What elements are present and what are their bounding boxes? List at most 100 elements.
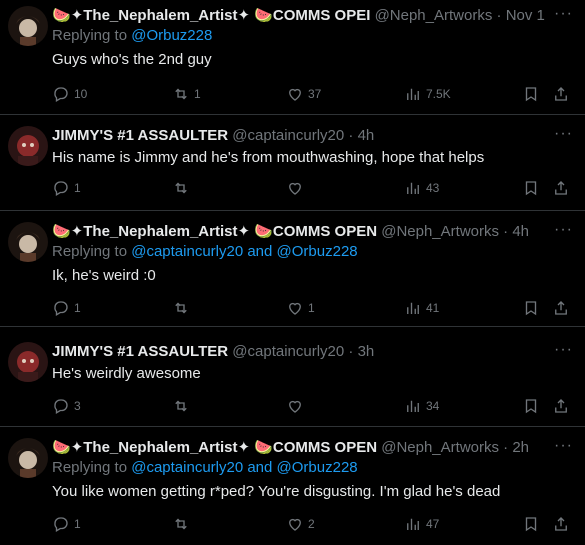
views-button[interactable]: 47 [404,514,439,534]
avatar[interactable] [8,222,48,262]
retweet-button[interactable] [172,396,194,416]
like-button[interactable]: 37 [286,84,321,104]
avatar[interactable] [8,342,48,382]
bookmark-button[interactable] [522,178,540,198]
replying-to-users[interactable]: @captaincurly20 and @Orbuz228 [131,243,357,260]
retweet-button[interactable] [172,514,194,534]
bookmark-icon [525,87,537,102]
reply-button[interactable]: 3 [52,396,81,416]
tweet-header: JIMMY'S #1 ASSAULTER @captaincurly20 · 3… [52,342,545,362]
share-button[interactable] [552,298,570,318]
reply-button[interactable]: 1 [52,298,81,318]
tweet-header: JIMMY'S #1 ASSAULTER @captaincurly20 · 4… [52,126,545,146]
views-button[interactable]: 7.5K [404,84,451,104]
display-name[interactable]: JIMMY'S #1 ASSAULTER [52,343,228,360]
views-button[interactable]: 41 [404,298,439,318]
like-count: 2 [308,517,315,531]
user-handle[interactable]: @Neph_Artworks [375,7,493,24]
avatar[interactable] [8,126,48,166]
views-icon [407,302,419,314]
action-bar: 3 34 [52,396,572,416]
user-handle[interactable]: @captaincurly20 [232,343,344,360]
user-handle[interactable]: @captaincurly20 [232,127,344,144]
bookmark-button[interactable] [522,514,540,534]
tweet-text: Ik, he's weird :0 [52,267,156,284]
bookmark-button[interactable] [522,298,540,318]
action-bar: 1 2 47 [52,514,572,534]
display-name[interactable]: JIMMY'S #1 ASSAULTER [52,127,228,144]
replying-to-label: Replying to [52,27,132,44]
reply-icon [54,301,68,316]
replying-to-users[interactable]: @Orbuz228 [131,27,212,44]
heart-icon [289,88,301,101]
reply-icon [54,517,68,532]
views-icon [407,182,419,194]
share-button[interactable] [552,84,570,104]
display-name[interactable]: 🍉✦The_Nephalem_Artist✦ 🍉COMMS OPEI [52,7,370,24]
share-icon [555,181,567,195]
tweet[interactable]: 🍉✦The_Nephalem_Artist✦ 🍉COMMS OPEI @Neph… [0,6,585,110]
like-button[interactable] [286,396,308,416]
reply-count: 1 [74,517,81,531]
tweet[interactable]: 🍉✦The_Nephalem_Artist✦ 🍉COMMS OPEN @Neph… [0,438,585,542]
timestamp[interactable]: 2h [512,439,529,456]
bookmark-button[interactable] [522,84,540,104]
views-count: 43 [426,181,440,195]
share-button[interactable] [552,178,570,198]
display-name[interactable]: 🍉✦The_Nephalem_Artist✦ 🍉COMMS OPEN [52,223,377,240]
retweet-icon [175,518,187,530]
reply-button[interactable]: 1 [52,178,81,198]
like-count: 37 [308,87,322,101]
timestamp[interactable]: 4h [358,127,375,144]
reply-button[interactable]: 10 [52,84,87,104]
action-bar: 10 1 37 7.5K [52,84,572,104]
avatar[interactable] [8,6,48,46]
display-name[interactable]: 🍉✦The_Nephalem_Artist✦ 🍉COMMS OPEN [52,439,377,456]
bookmark-icon [525,181,537,196]
separator-dot: · [496,7,502,24]
more-icon[interactable]: ··· [554,222,573,238]
reply-count: 3 [74,399,81,413]
avatar[interactable] [8,438,48,478]
reply-count: 1 [74,301,81,315]
tweet[interactable]: JIMMY'S #1 ASSAULTER @captaincurly20 · 3… [0,342,585,418]
action-bar: 1 1 41 [52,298,572,318]
divider [0,210,585,211]
more-icon[interactable]: ··· [554,342,573,358]
reply-button[interactable]: 1 [52,514,81,534]
timestamp[interactable]: Nov 17 [506,7,545,24]
bookmark-button[interactable] [522,396,540,416]
heart-icon [289,518,301,531]
tweet[interactable]: 🍉✦The_Nephalem_Artist✦ 🍉COMMS OPEN @Neph… [0,222,585,318]
more-icon[interactable]: ··· [554,126,573,142]
tweet[interactable]: JIMMY'S #1 ASSAULTER @captaincurly20 · 4… [0,126,585,202]
views-count: 47 [426,517,440,531]
retweet-button[interactable] [172,298,194,318]
timestamp[interactable]: 3h [358,343,375,360]
views-button[interactable]: 34 [404,396,439,416]
retweet-icon [175,88,187,100]
like-button[interactable]: 2 [286,514,315,534]
retweet-button[interactable]: 1 [172,84,201,104]
replying-to-label: Replying to [52,459,132,476]
share-icon [555,517,567,531]
share-button[interactable] [552,396,570,416]
reply-icon [54,181,68,196]
user-handle[interactable]: @Neph_Artworks [381,439,499,456]
views-icon [407,400,419,412]
like-button[interactable]: 1 [286,298,315,318]
views-button[interactable]: 43 [404,178,439,198]
tweet-text: You like women getting r*ped? You're dis… [52,483,501,500]
user-handle[interactable]: @Neph_Artworks [381,223,499,240]
replying-to-users[interactable]: @captaincurly20 and @Orbuz228 [131,459,357,476]
replying-to: Replying to @captaincurly20 and @Orbuz22… [52,242,358,262]
share-button[interactable] [552,514,570,534]
more-icon[interactable]: ··· [554,438,573,454]
more-icon[interactable]: ··· [554,6,573,22]
like-count: 1 [308,301,315,315]
retweet-button[interactable] [172,178,194,198]
replying-to: Replying to @captaincurly20 and @Orbuz22… [52,458,358,478]
tweet-header: 🍉✦The_Nephalem_Artist✦ 🍉COMMS OPEN @Neph… [52,222,545,242]
timestamp[interactable]: 4h [512,223,529,240]
like-button[interactable] [286,178,308,198]
